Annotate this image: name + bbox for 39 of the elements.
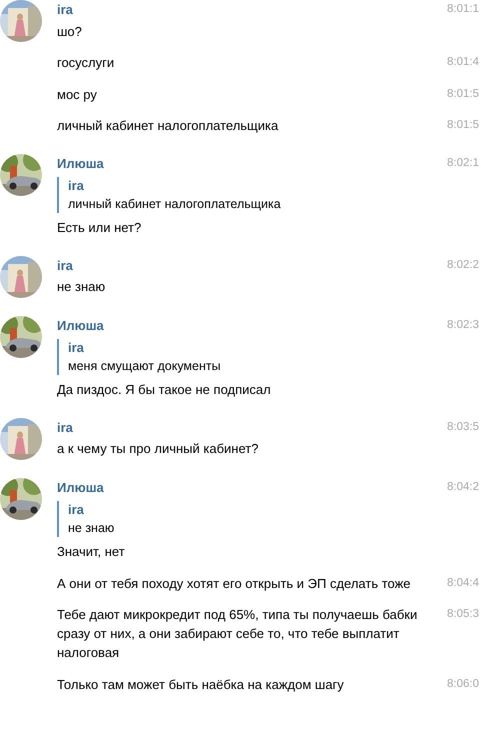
sender-name[interactable]: Илюша (57, 316, 104, 334)
message-text: а к чему ты про личный кабинет? (57, 440, 258, 458)
quote-author: ira (68, 339, 84, 357)
sender-name[interactable]: ira (57, 1, 73, 19)
message-text: личный кабинет налогоплательщика (57, 117, 278, 135)
message-text: А они от тебя походу хотят его открыть и ЭП сделать тоже (57, 574, 411, 592)
message-text: Только там может быть наёбка на каждом шагу (57, 676, 344, 694)
message-text: Есть или нет? (57, 219, 142, 237)
reply-quote[interactable]: ira не знаю (57, 501, 427, 537)
message-time: 8:02:2 (447, 258, 479, 272)
sender-name[interactable]: ira (57, 256, 73, 274)
quote-text: меня смущают документы (68, 358, 221, 375)
message-time: 8:02:3 (447, 318, 479, 332)
message-text: шо? (57, 22, 82, 40)
quote-author: ira (68, 177, 84, 195)
message-time: 8:04:2 (447, 480, 479, 494)
message-text: Значит, нет (57, 543, 125, 561)
message-time: 8:06:0 (447, 676, 479, 692)
message-time: 8:02:1 (447, 156, 479, 170)
sender-name[interactable]: Илюша (57, 154, 104, 172)
sender-name[interactable]: ira (57, 418, 73, 436)
message-time: 8:05:3 (447, 607, 479, 622)
reply-quote[interactable]: ira личный кабинет налогоплательщика (57, 177, 427, 213)
message-time: 8:03:5 (447, 420, 479, 434)
reply-quote[interactable]: ira меня смущают документы (57, 339, 427, 375)
message-time: 8:01:5 (447, 86, 479, 102)
message-time: 8:04:4 (447, 576, 479, 590)
message-text: Да пиздос. Я бы такое не подписал (57, 381, 271, 399)
message-text: госуслуги (57, 54, 114, 72)
message-time: 8:01:5 (447, 118, 479, 133)
quote-text: не знаю (68, 520, 114, 537)
sender-name[interactable]: Илюша (57, 478, 104, 496)
message-time: 8:01:4 (447, 55, 479, 70)
message-text: мос ру (57, 86, 97, 104)
message-text: Тебе дают микрокредит под 65%, типа ты получаешь бабки сразу от них, а они забирают себе то, что тебе выплатит налоговая (57, 606, 418, 662)
message-text: не знаю (57, 278, 106, 296)
message-time: 8:01:1 (447, 2, 479, 17)
quote-author: ira (68, 501, 84, 519)
quote-text: личный кабинет налогоплательщика (68, 196, 281, 213)
